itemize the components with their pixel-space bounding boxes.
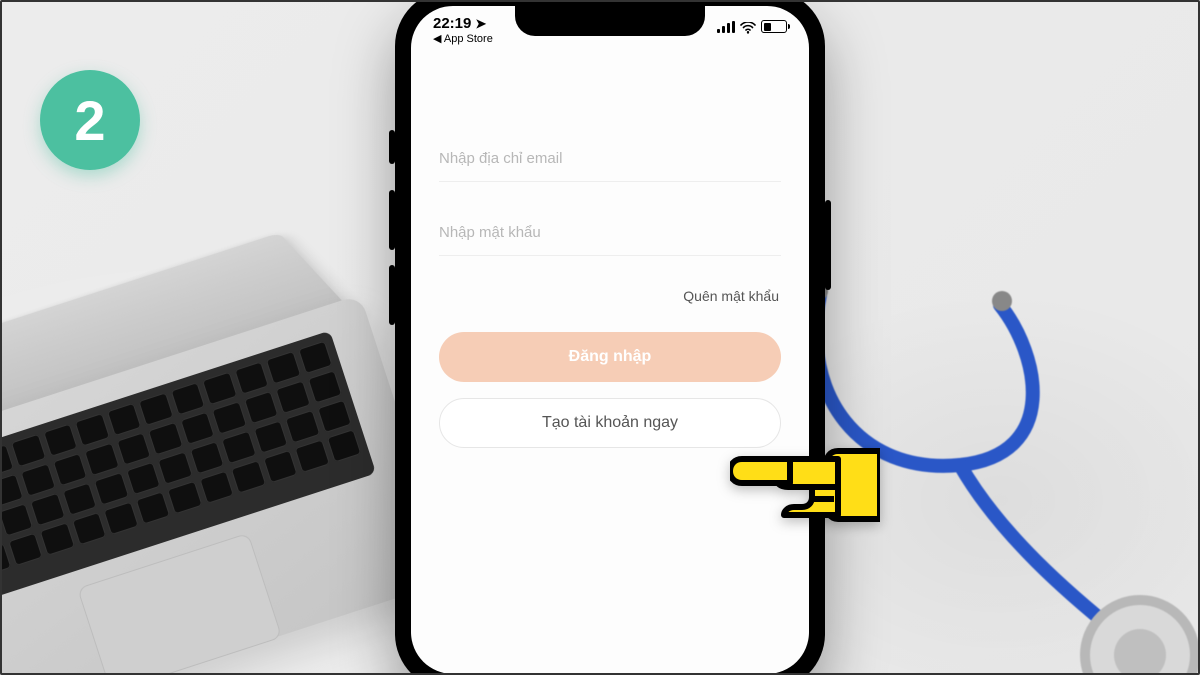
cellular-icon [717,21,735,33]
phone-frame: 22:19 ➤ ◀ App Store Quên mật khẩu [395,0,825,675]
pointing-hand-icon [730,415,880,535]
phone-screen: 22:19 ➤ ◀ App Store Quên mật khẩu [411,6,809,674]
battery-icon [761,20,787,33]
signin-button[interactable]: Đăng nhập [439,332,781,382]
wifi-icon [740,21,756,33]
step-number: 2 [74,88,105,153]
tutorial-scene: 2 22:19 ➤ ◀ App Store [0,0,1200,675]
login-form: Quên mật khẩu Đăng nhập Tạo tài khoản ng… [411,76,809,674]
mute-switch [389,130,395,164]
step-badge: 2 [40,70,140,170]
password-field[interactable] [439,210,781,256]
status-time: 22:19 [433,16,471,33]
location-icon: ➤ [475,17,486,31]
notch [515,6,705,36]
volume-up-button [389,190,395,250]
back-to-appstore[interactable]: ◀ App Store [433,33,493,45]
email-field[interactable] [439,136,781,182]
forgot-password-link[interactable]: Quên mật khẩu [441,288,779,304]
power-button [825,200,831,290]
volume-down-button [389,265,395,325]
